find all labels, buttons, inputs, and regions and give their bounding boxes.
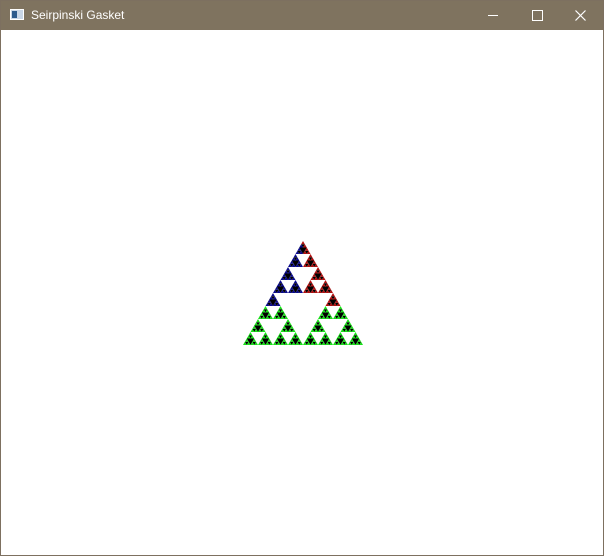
app-window-icon[interactable] — [10, 9, 24, 20]
window-title: Seirpinski Gasket — [31, 8, 125, 22]
close-button[interactable] — [559, 1, 603, 30]
drawing-canvas[interactable] — [1, 30, 603, 555]
title-bar[interactable]: Seirpinski Gasket — [1, 1, 603, 30]
minimize-button[interactable] — [471, 1, 515, 30]
maximize-button[interactable] — [515, 1, 559, 30]
gasket-cell — [301, 241, 305, 245]
sierpinski-gasket-figure — [243, 241, 363, 345]
minimize-icon — [488, 15, 498, 16]
maximize-icon — [532, 10, 543, 21]
close-icon — [575, 10, 586, 21]
app-window: Seirpinski Gasket — [0, 0, 604, 556]
